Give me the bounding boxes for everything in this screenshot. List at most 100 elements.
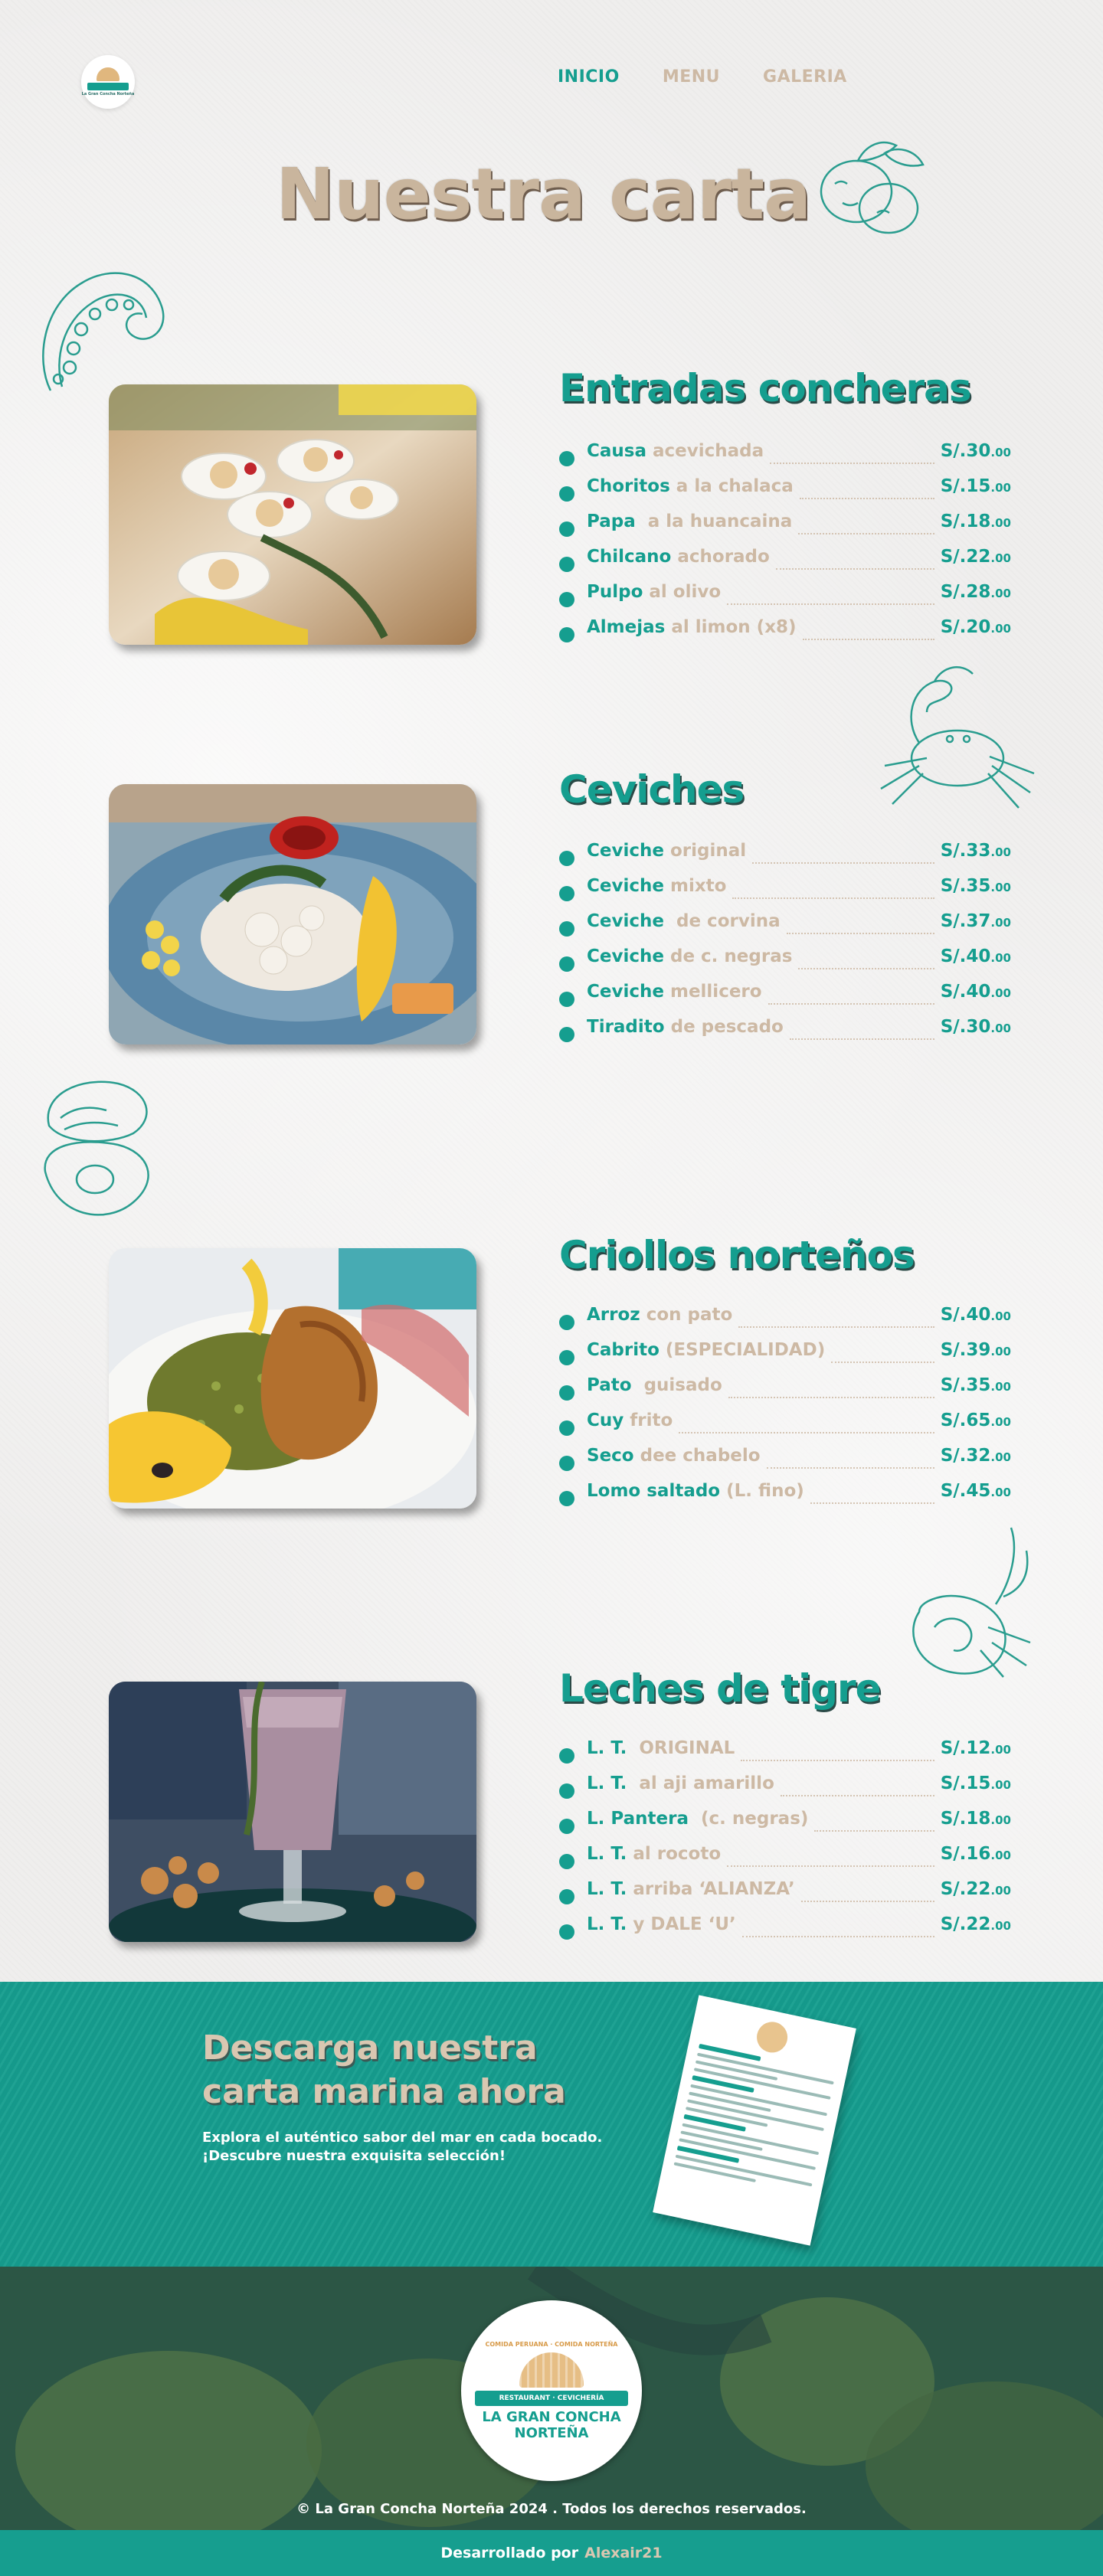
price-value: S/.30 (940, 441, 991, 461)
nav-link-menu[interactable]: MENU (663, 67, 720, 87)
price-value: S/.18 (940, 512, 991, 531)
header-logo[interactable]: La Gran Concha Norteña (81, 55, 135, 109)
item-name: Choritos (587, 476, 670, 496)
footer: COMIDA PERUANA · COMIDA NORTEÑA RESTAURA… (0, 2267, 1103, 2530)
logo-brand-line2: NORTEÑA (514, 2424, 589, 2441)
list-item: Chilcano achorado S/.22.00 (559, 547, 1011, 582)
price-value: S/.35 (940, 876, 991, 896)
item-desc: a la huancaina (635, 512, 793, 531)
item-name: Lomo saltado (587, 1481, 721, 1501)
item-desc: mellicero (663, 982, 762, 1002)
item-name: Pato (587, 1375, 632, 1395)
crab-icon (880, 666, 1035, 809)
item-price: S/.30.00 (941, 1017, 1011, 1037)
item-price: S/.35.00 (941, 1375, 1011, 1395)
bullet-icon (559, 592, 574, 607)
bullet-icon (559, 1889, 574, 1904)
item-price: S/.15.00 (941, 476, 1011, 496)
price-cents: .00 (990, 1743, 1011, 1757)
item-dots (798, 959, 934, 969)
item-price: S/.18.00 (941, 1809, 1011, 1829)
price-value: S/.45 (940, 1481, 991, 1501)
bullet-icon (559, 1854, 574, 1869)
logo-ribbon (87, 83, 129, 90)
footer-logo: COMIDA PERUANA · COMIDA NORTEÑA RESTAURA… (461, 2300, 642, 2481)
item-desc: con pato (640, 1305, 733, 1325)
download-subtitle: Explora el auténtico sabor del mar en ca… (202, 2129, 631, 2166)
menu-pdf-download-link[interactable] (653, 1995, 856, 2246)
nav-link-inicio[interactable]: INICIO (558, 67, 620, 87)
section-title-leches: Leches de tigre (559, 1666, 882, 1711)
list-item: Almejas al limon (x8) S/.20.00 (559, 617, 1011, 652)
logo-shell-icon (519, 2352, 584, 2388)
list-item: L. Pantera (c. negras) S/.18.00 (559, 1809, 1011, 1844)
price-value: S/.28 (940, 582, 991, 602)
ceviche-spoons-photo (109, 384, 476, 645)
clam-icon (44, 1080, 149, 1216)
item-name: Cabrito (587, 1340, 660, 1360)
nav-link-galeria[interactable]: GALERIA (763, 67, 847, 87)
price-cents: .00 (990, 881, 1011, 894)
item-dots (775, 559, 934, 570)
list-item: Ceviche de corvina S/.37.00 (559, 911, 1011, 946)
item-dots (768, 994, 934, 1005)
item-dots (738, 1317, 934, 1328)
item-dots (786, 924, 934, 934)
bullet-icon (559, 1420, 574, 1436)
item-dots (741, 1751, 934, 1761)
price-cents: .00 (990, 1884, 1011, 1898)
page-title: Nuestra carta (276, 153, 811, 235)
item-price: S/.18.00 (941, 512, 1011, 531)
item-name: Ceviche (587, 841, 664, 861)
section-title-ceviches: Ceviches (559, 767, 745, 812)
item-name: L. Pantera (587, 1809, 689, 1829)
item-price: S/.40.00 (941, 946, 1011, 966)
logo-arc-text: COMIDA PERUANA · COMIDA NORTEÑA (485, 2340, 618, 2348)
item-price: S/.35.00 (941, 876, 1011, 896)
price-cents: .00 (990, 1309, 1011, 1323)
item-desc: achorado (671, 547, 770, 567)
price-cents: .00 (990, 1022, 1011, 1035)
item-price: S/.22.00 (941, 1879, 1011, 1899)
arroz-con-pato-photo (109, 1248, 476, 1509)
price-value: S/.15 (940, 1773, 991, 1793)
item-name: Chilcano (587, 547, 672, 567)
logo-brand-line1: LA GRAN CONCHA (482, 2408, 621, 2425)
item-dots (732, 888, 934, 899)
item-price: S/.22.00 (941, 1914, 1011, 1934)
bullet-icon (559, 1783, 574, 1799)
download-subtitle-line: Explora el auténtico sabor del mar en ca… (202, 2130, 603, 2146)
list-item: Ceviche original S/.33.00 (559, 841, 1011, 876)
download-subtitle-line: ¡Descubre nuestra exquisita selección! (202, 2148, 506, 2165)
list-item: Cuy frito S/.65.00 (559, 1411, 1011, 1446)
price-value: S/.18 (940, 1809, 991, 1829)
price-cents: .00 (990, 1486, 1011, 1499)
download-title: Descarga nuestra carta marina ahora (202, 2026, 631, 2113)
item-name: Seco (587, 1446, 634, 1466)
item-price: S/.32.00 (941, 1446, 1011, 1466)
developer-prefix: Desarrollado por (440, 2545, 579, 2561)
octopus-icon (42, 272, 165, 391)
item-name: Ceviche (587, 946, 664, 966)
bullet-icon (559, 1748, 574, 1764)
list-item: Ceviche mellicero S/.40.00 (559, 982, 1011, 1017)
item-desc: a la chalaca (669, 476, 794, 496)
item-desc: y DALE ‘U’ (627, 1914, 736, 1934)
price-cents: .00 (990, 1345, 1011, 1358)
bullet-icon (559, 1819, 574, 1834)
item-price: S/.15.00 (941, 1773, 1011, 1793)
item-name: L. T. (587, 1773, 627, 1793)
bullet-icon (559, 1350, 574, 1365)
bullet-icon (559, 521, 574, 537)
item-desc: frito (624, 1411, 673, 1430)
developer-link[interactable]: Alexair21 (584, 2545, 663, 2561)
item-name: L. T. (587, 1914, 627, 1934)
item-name: Ceviche (587, 982, 664, 1002)
price-cents: .00 (990, 1450, 1011, 1464)
item-price: S/.16.00 (941, 1844, 1011, 1864)
item-dots (741, 1927, 934, 1937)
list-item: Seco dee chabelo S/.32.00 (559, 1446, 1011, 1481)
copyright-text: © La Gran Concha Norteña 2024 . Todos lo… (296, 2501, 807, 2517)
item-name: Ceviche (587, 911, 664, 931)
bullet-icon (559, 1456, 574, 1471)
